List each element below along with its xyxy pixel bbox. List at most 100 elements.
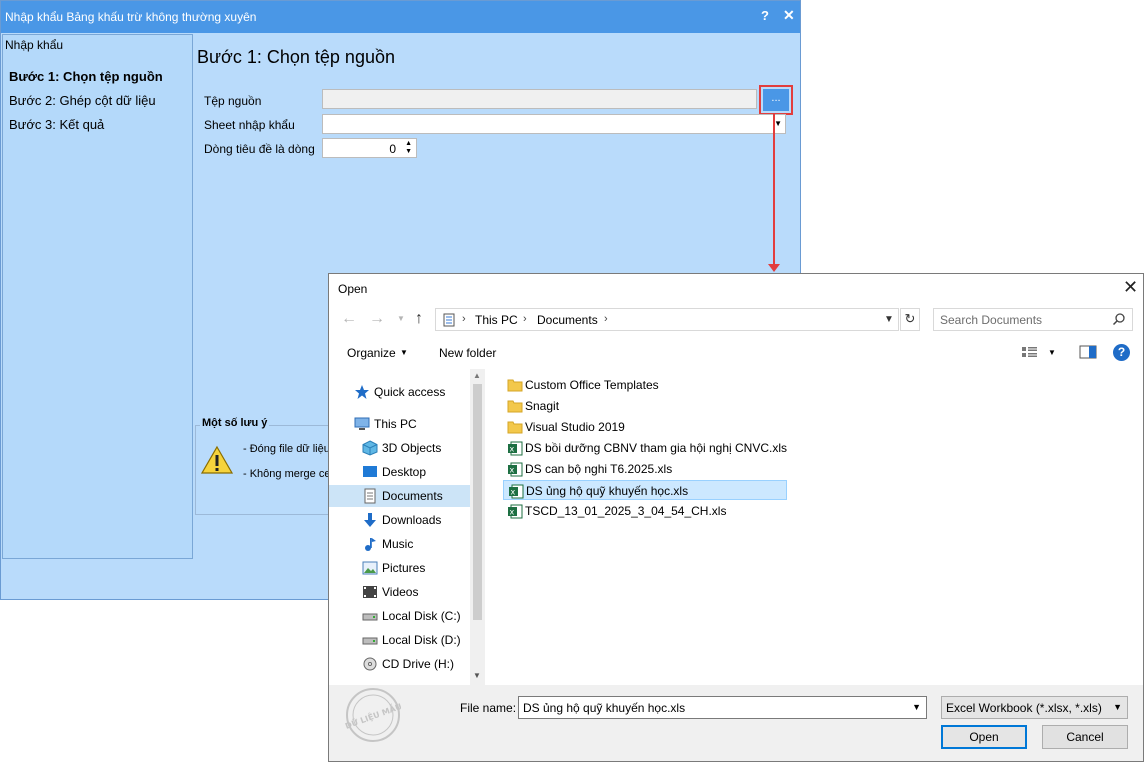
file-item[interactable]: Custom Office Templates <box>503 375 783 395</box>
nav-item-videos[interactable]: Videos <box>329 581 470 603</box>
warning-icon <box>201 445 233 474</box>
excel-file-icon: x <box>508 504 523 519</box>
nav-label: Quick access <box>374 385 446 399</box>
nav-item-documents[interactable]: Documents <box>329 485 470 507</box>
file-type-value: Excel Workbook (*.xlsx, *.xls) <box>946 701 1102 715</box>
folder-icon <box>507 421 523 434</box>
excel-file-icon: x <box>509 484 524 499</box>
close-button[interactable]: ✕ <box>783 7 795 24</box>
cube-icon <box>362 440 378 456</box>
source-file-label: Tệp nguồn <box>204 94 262 108</box>
file-name: Custom Office Templates <box>525 378 659 392</box>
cancel-button[interactable]: Cancel <box>1042 725 1128 749</box>
search-input[interactable]: Search Documents <box>933 308 1133 331</box>
file-type-select[interactable]: Excel Workbook (*.xlsx, *.xls) ▼ <box>941 696 1128 719</box>
desktop-icon <box>363 466 377 477</box>
nav-scrollbar[interactable]: ▲ ▼ <box>470 369 485 685</box>
view-options-icon[interactable] <box>1021 345 1039 359</box>
search-placeholder: Search Documents <box>940 313 1043 327</box>
source-file-input[interactable] <box>322 89 757 109</box>
excel-file-icon: x <box>508 441 523 456</box>
address-bar[interactable]: › This PC › Documents › ▼ <box>435 308 899 331</box>
breadcrumb-separator-icon[interactable]: › <box>523 313 527 325</box>
note-item: - Đóng file dữ liệu <box>243 443 330 455</box>
star-icon <box>355 385 369 399</box>
file-item[interactable]: x DS can bộ nghi T6.2025.xls <box>503 459 783 479</box>
chevron-down-icon[interactable]: ▼ <box>1048 348 1056 357</box>
help-button[interactable]: ? <box>761 8 769 23</box>
browse-button[interactable]: ... <box>763 89 789 111</box>
svg-text:x: x <box>510 508 515 517</box>
nav-item-downloads[interactable]: Downloads <box>329 509 470 531</box>
file-item-selected[interactable]: x DS ủng hộ quỹ khuyến học.xls <box>503 480 787 500</box>
breadcrumb-this-pc[interactable]: This PC <box>475 313 518 327</box>
file-item[interactable]: Visual Studio 2019 <box>503 417 783 437</box>
chevron-down-icon[interactable]: ▼ <box>884 314 894 325</box>
refresh-button[interactable]: ↻ <box>900 308 920 331</box>
forward-arrow-icon[interactable]: → <box>369 310 385 328</box>
open-file-dialog: Open ✕ ← → ▼ ↑ › This PC › Documents › ▼… <box>328 273 1144 762</box>
note-item: - Không merge ce <box>243 468 331 480</box>
dialog-close-button[interactable]: ✕ <box>1123 277 1138 298</box>
scrollbar-thumb[interactable] <box>473 384 482 620</box>
breadcrumb-separator-icon[interactable]: › <box>462 313 466 325</box>
sidebar-header: Nhập khẩu <box>5 38 64 52</box>
help-icon[interactable]: ? <box>1113 344 1130 361</box>
sheet-select[interactable]: ▼ <box>322 114 786 134</box>
navigation-pane: Quick access This PC 3D Objects Desktop … <box>329 369 486 685</box>
back-arrow-icon[interactable]: ← <box>341 310 357 328</box>
chevron-up-icon[interactable]: ▲ <box>473 371 481 380</box>
new-folder-button[interactable]: New folder <box>439 346 496 360</box>
nav-item-pictures[interactable]: Pictures <box>329 557 470 579</box>
breadcrumb-documents[interactable]: Documents <box>537 313 598 327</box>
wizard-step-2[interactable]: Bước 2: Ghép cột dữ liệu <box>9 93 156 108</box>
nav-item-local-disk-c[interactable]: Local Disk (C:) <box>329 605 470 627</box>
notes-title: Một số lưu ý <box>200 417 270 429</box>
spinner-arrows-icon[interactable]: ▲ ▼ <box>405 140 412 156</box>
organize-button[interactable]: Organize <box>347 346 396 360</box>
header-row-spinner[interactable]: 0 ▲ ▼ <box>322 138 417 158</box>
nav-item-3d-objects[interactable]: 3D Objects <box>329 437 470 459</box>
excel-file-icon: x <box>508 462 523 477</box>
chevron-down-icon[interactable]: ▼ <box>473 671 481 680</box>
chevron-down-icon[interactable]: ▼ <box>400 348 408 357</box>
nav-label: Downloads <box>382 513 442 527</box>
breadcrumb-separator-icon[interactable]: › <box>604 313 608 325</box>
file-name-value: DS ủng hộ quỹ khuyến học.xls <box>523 701 686 715</box>
nav-item-this-pc[interactable]: This PC <box>329 413 470 435</box>
nav-item-local-disk-d[interactable]: Local Disk (D:) <box>329 629 470 651</box>
sheet-label: Sheet nhập khẩu <box>204 118 295 132</box>
disk-icon <box>362 613 378 621</box>
wizard-step-1[interactable]: Bước 1: Chọn tệp nguồn <box>9 69 163 84</box>
watermark-stamp: DỮ LIỆU MẪU <box>343 688 403 742</box>
nav-label: Music <box>382 537 414 551</box>
search-icon[interactable] <box>1112 312 1126 326</box>
nav-item-cd-drive-h[interactable]: CD Drive (H:) <box>329 653 470 675</box>
nav-item-quick-access[interactable]: Quick access <box>329 381 470 403</box>
nav-item-music[interactable]: Music <box>329 533 470 555</box>
file-name: Visual Studio 2019 <box>525 420 625 434</box>
nav-label: Desktop <box>382 465 427 479</box>
chevron-down-icon[interactable]: ▼ <box>912 702 921 712</box>
import-window-titlebar: Nhập khẩu Bảng khấu trừ không thường xuy… <box>1 1 800 33</box>
recent-locations-chevron-icon[interactable]: ▼ <box>397 314 405 323</box>
file-name: DS ủng hộ quỹ khuyến học.xls <box>526 484 689 498</box>
wizard-sidebar: Nhập khẩu Bước 1: Chọn tệp nguồn Bước 2:… <box>2 34 193 559</box>
preview-pane-icon[interactable] <box>1079 345 1097 359</box>
chevron-down-icon: ▼ <box>774 119 782 128</box>
file-item[interactable]: x DS bồi dưỡng CBNV tham gia hội nghị CN… <box>503 438 803 458</box>
file-name-input[interactable]: DS ủng hộ quỹ khuyến học.xls ▼ <box>518 696 927 719</box>
chevron-down-icon[interactable]: ▼ <box>1113 702 1122 712</box>
file-name: DS can bộ nghi T6.2025.xls <box>525 462 673 476</box>
nav-label: Pictures <box>382 561 426 575</box>
nav-item-desktop[interactable]: Desktop <box>329 461 470 483</box>
file-list: Custom Office Templates Snagit Visual St… <box>499 369 1139 685</box>
file-item[interactable]: Snagit <box>503 396 783 416</box>
file-name-label: File name: <box>460 701 517 715</box>
wizard-step-3[interactable]: Bước 3: Kết quả <box>9 117 104 132</box>
up-arrow-icon[interactable]: ↑ <box>415 310 423 328</box>
open-button[interactable]: Open <box>941 725 1027 749</box>
import-window-title: Nhập khẩu Bảng khấu trừ không thường xuy… <box>5 10 257 24</box>
file-item[interactable]: x TSCD_13_01_2025_3_04_54_CH.xls <box>503 501 783 521</box>
callout-arrow-icon <box>768 264 780 272</box>
